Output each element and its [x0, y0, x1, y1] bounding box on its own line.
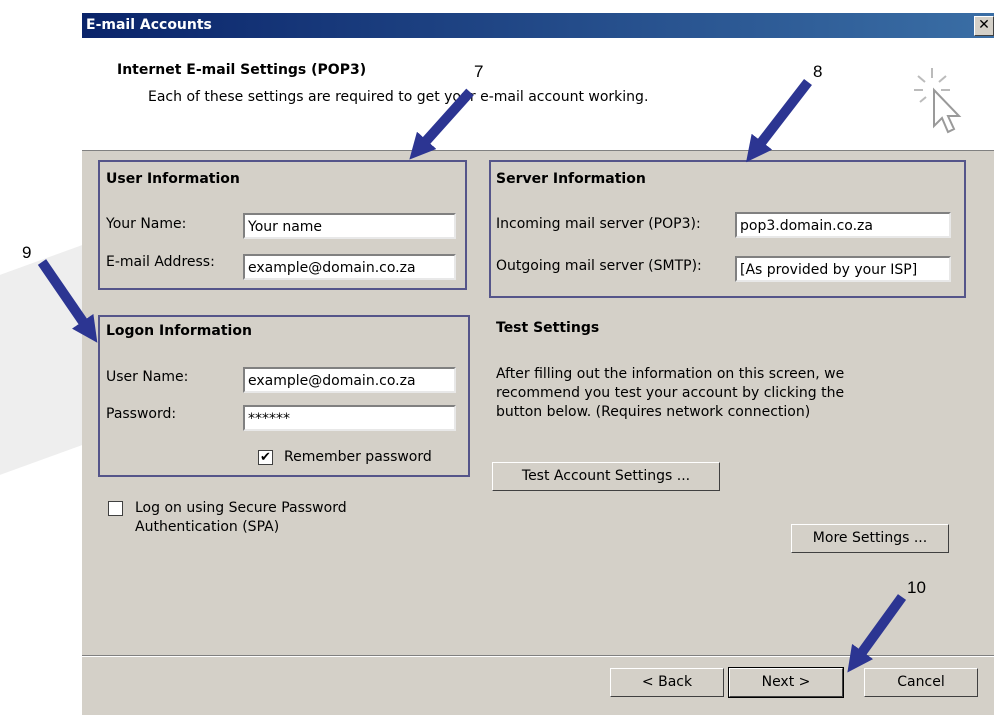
arrow-10 [847, 594, 907, 673]
annotation-9: 9 [22, 243, 32, 262]
annotation-8: 8 [813, 62, 823, 81]
annotation-7: 7 [474, 62, 484, 81]
annotation-arrows [37, 78, 907, 673]
annotation-10: 10 [907, 578, 926, 597]
arrow-7 [409, 88, 474, 160]
arrow-8 [746, 78, 812, 163]
arrow-9 [37, 259, 98, 343]
